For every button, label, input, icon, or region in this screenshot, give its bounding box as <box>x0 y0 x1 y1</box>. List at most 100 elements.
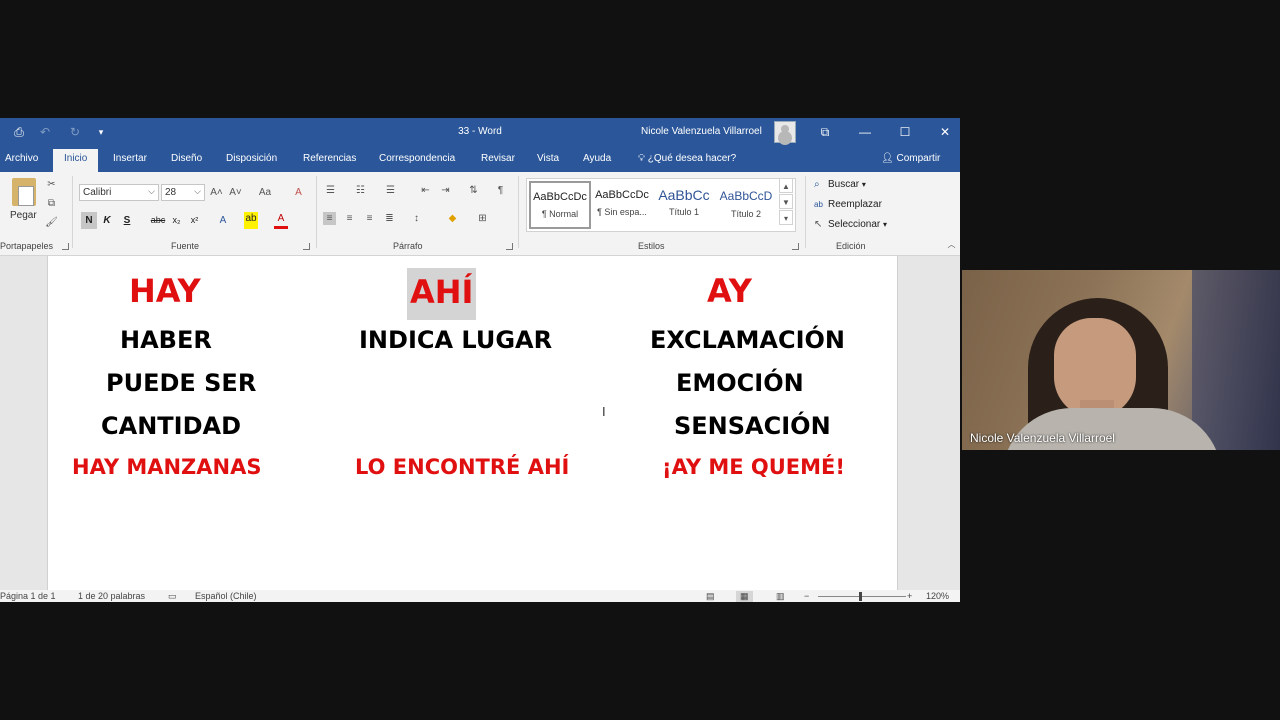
close-icon[interactable]: ✕ <box>925 118 960 146</box>
zoom-in-icon[interactable]: + <box>907 591 912 601</box>
tab-referencias[interactable]: Referencias <box>303 153 356 164</box>
select-button[interactable]: ↖ Seleccionar ▾ <box>814 219 887 230</box>
clear-formatting-icon[interactable]: A <box>292 186 305 199</box>
user-avatar[interactable] <box>774 121 796 143</box>
font-launcher-icon[interactable] <box>303 243 310 250</box>
increase-indent-icon[interactable]: ⇥ <box>439 184 452 197</box>
select-label: Seleccionar <box>828 219 881 230</box>
clipboard-launcher-icon[interactable] <box>62 243 69 250</box>
bold-button[interactable]: N <box>81 212 97 229</box>
zoom-out-icon[interactable]: − <box>804 591 809 601</box>
align-center-icon[interactable]: ≡ <box>343 212 356 225</box>
minimize-icon[interactable]: — <box>845 118 885 146</box>
style-no-spacing[interactable]: AaBbCcDc ¶ Sin espa... <box>591 181 653 229</box>
style-sample: AaBbCcDc <box>533 191 587 203</box>
page-count[interactable]: Página 1 de 1 <box>0 591 56 601</box>
tab-vista[interactable]: Vista <box>537 153 559 164</box>
numbering-icon[interactable]: ☷ <box>354 184 367 197</box>
sort-icon[interactable]: ⇅ <box>467 184 480 197</box>
shading-icon[interactable]: ◆ <box>446 212 459 225</box>
style-sample: AaBbCc <box>658 187 710 203</box>
proofing-icon[interactable]: ▭ <box>168 591 177 602</box>
find-button[interactable]: ⌕ Buscar ▾ <box>814 179 866 190</box>
highlight-color-icon[interactable]: ab <box>244 212 258 229</box>
zoom-slider-thumb[interactable] <box>859 592 862 601</box>
share-button[interactable]: 👤︎ Compartir <box>881 153 940 164</box>
text-cursor-icon: I <box>602 404 606 419</box>
maximize-icon[interactable]: ☐ <box>885 118 925 146</box>
change-case-button[interactable]: Aa <box>254 186 276 199</box>
copy-icon[interactable]: ⧉ <box>45 197 58 210</box>
language-indicator[interactable]: Español (Chile) <box>195 591 257 601</box>
align-left-icon[interactable]: ≡ <box>323 212 336 225</box>
tab-correspondencia[interactable]: Correspondencia <box>379 153 455 164</box>
paragraph-launcher-icon[interactable] <box>506 243 513 250</box>
tab-diseno[interactable]: Diseño <box>171 153 202 164</box>
meaning-line: EMOCIÓN <box>676 369 804 397</box>
tab-insertar[interactable]: Insertar <box>113 153 147 164</box>
font-name-select[interactable]: Calibri ⌵ <box>79 184 159 201</box>
paste-icon[interactable] <box>12 178 36 206</box>
print-layout-icon[interactable]: ▦ <box>736 591 753 602</box>
bullets-icon[interactable]: ☰ <box>324 184 337 197</box>
group-label-editing: Edición <box>836 241 866 251</box>
format-painter-icon[interactable]: 🖌︎ <box>45 216 58 229</box>
line-spacing-icon[interactable]: ↕ <box>410 212 423 225</box>
strikethrough-button[interactable]: abc <box>148 212 168 229</box>
replace-icon: ab <box>814 200 823 209</box>
grow-font-icon[interactable]: A˄ <box>210 186 223 199</box>
read-mode-icon[interactable]: ▤ <box>706 591 715 602</box>
borders-icon[interactable]: ⊞ <box>476 212 489 225</box>
tab-ayuda[interactable]: Ayuda <box>583 153 611 164</box>
collapse-ribbon-icon[interactable]: ︿ <box>945 238 958 251</box>
document-page[interactable]: HAY HABER PUEDE SER CANTIDAD HAY MANZANA… <box>47 256 898 590</box>
cursor-icon: ↖ <box>814 219 823 230</box>
multilevel-list-icon[interactable]: ☰ <box>384 184 397 197</box>
example-sentence: LO ENCONTRÉ AHÍ <box>355 455 570 479</box>
styles-more-icon[interactable]: ▾ <box>779 210 793 225</box>
ribbon-display-options-icon[interactable]: ⧉ <box>805 118 845 146</box>
superscript-button[interactable]: x² <box>188 212 201 229</box>
zoom-level[interactable]: 120% <box>926 591 949 601</box>
font-color-icon[interactable]: A <box>274 212 288 229</box>
style-name: Título 2 <box>730 209 761 219</box>
tab-revisar[interactable]: Revisar <box>481 153 515 164</box>
find-label: Buscar <box>828 179 860 190</box>
style-sample: AaBbCcD <box>719 189 773 203</box>
font-size-select[interactable]: 28 ⌵ <box>161 184 205 201</box>
screen: ⎙ ↶ ↻ ▾ 33 - Word Nicole Valenzuela Vill… <box>0 0 1280 720</box>
share-label: Compartir <box>896 153 941 164</box>
align-right-icon[interactable]: ≡ <box>363 212 376 225</box>
tab-inicio[interactable]: Inicio <box>53 149 99 172</box>
web-layout-icon[interactable]: ▥ <box>776 591 785 602</box>
tab-archivo[interactable]: Archivo <box>5 153 38 164</box>
show-formatting-marks-icon[interactable]: ¶ <box>494 184 507 197</box>
replace-label: Reemplazar <box>828 199 882 210</box>
chevron-down-icon: ⌵ <box>148 186 155 196</box>
decrease-indent-icon[interactable]: ⇤ <box>419 184 432 197</box>
word-count[interactable]: 1 de 20 palabras <box>78 591 145 601</box>
group-label-clipboard: Portapapeles <box>0 241 54 251</box>
styles-scroll-up-icon[interactable]: ▲ <box>779 178 793 193</box>
text-effects-icon[interactable]: A <box>216 212 230 229</box>
shrink-font-icon[interactable]: A˅ <box>229 186 242 199</box>
replace-button[interactable]: ab Reemplazar <box>814 199 882 210</box>
cut-icon[interactable]: ✂ <box>45 178 58 191</box>
style-heading-2[interactable]: AaBbCcD Título 2 <box>715 181 777 229</box>
underline-button[interactable]: S <box>120 212 134 229</box>
tab-disposicion[interactable]: Disposición <box>226 153 277 164</box>
tell-me-box[interactable]: 💡︎ ¿Qué desea hacer? <box>638 153 736 164</box>
style-normal[interactable]: AaBbCcDc ¶ Normal <box>529 181 591 229</box>
paste-button-label[interactable]: Pegar <box>10 210 37 221</box>
justify-icon[interactable]: ≣ <box>383 212 396 225</box>
subscript-button[interactable]: x₂ <box>170 212 183 229</box>
style-heading-1[interactable]: AaBbCc Título 1 <box>653 181 715 229</box>
meaning-line: CANTIDAD <box>101 412 241 440</box>
style-name: Título 1 <box>668 207 699 217</box>
italic-button[interactable]: K <box>100 212 114 229</box>
user-name[interactable]: Nicole Valenzuela Villarroel <box>641 126 762 137</box>
styles-scroll-down-icon[interactable]: ▼ <box>779 194 793 209</box>
styles-launcher-icon[interactable] <box>792 243 799 250</box>
meaning-line: HABER <box>120 326 212 354</box>
zoom-slider[interactable] <box>818 596 906 597</box>
